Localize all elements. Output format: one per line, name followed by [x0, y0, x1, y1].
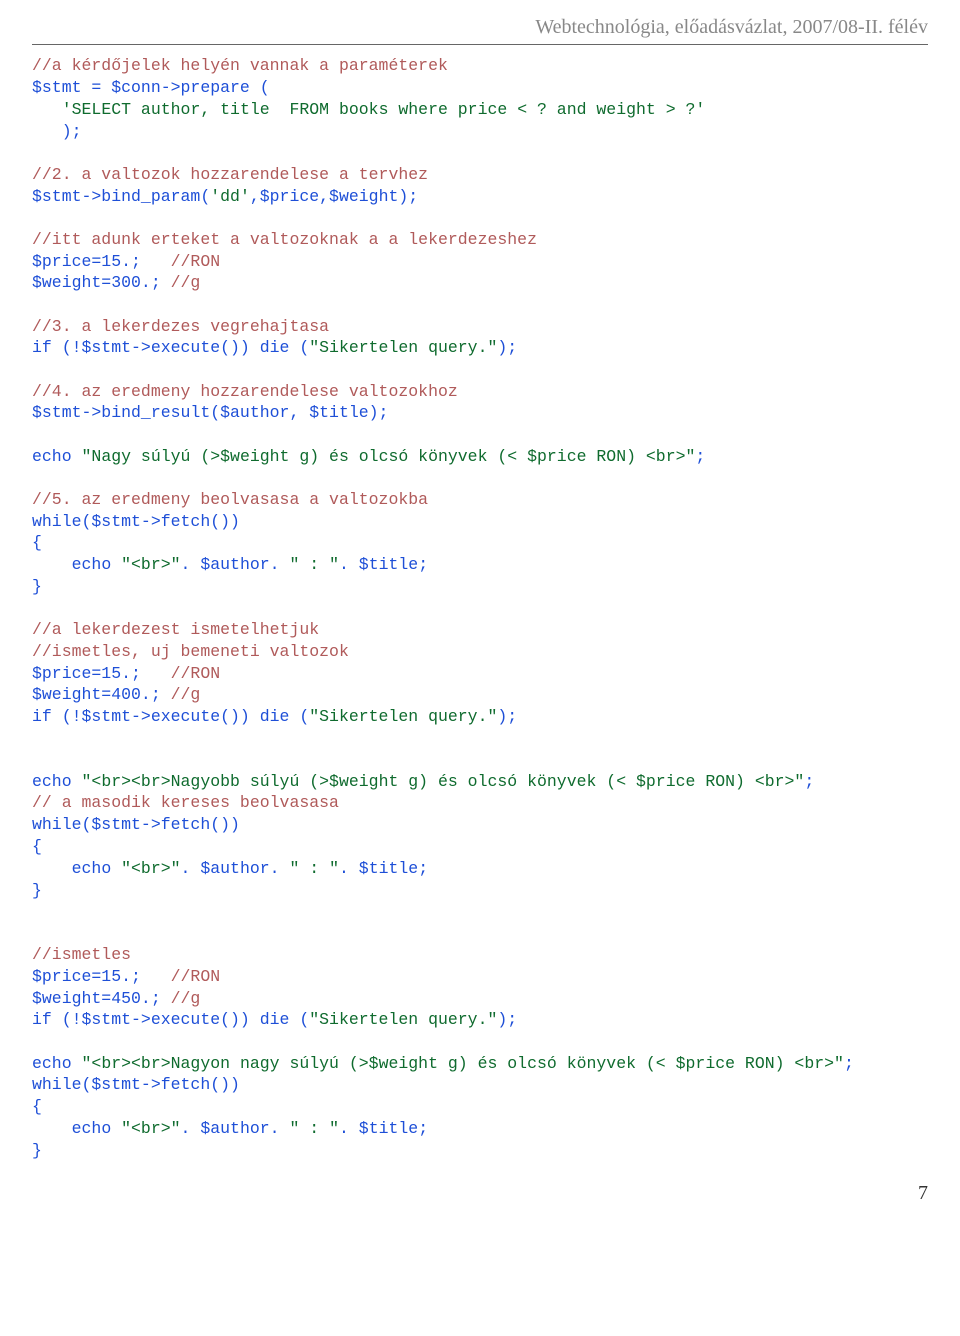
code-line: echo "<br>". $author. " : ". $title; [32, 1119, 428, 1138]
code-line: 'SELECT author, title FROM books where p… [32, 100, 705, 119]
page-header: Webtechnológia, előadásvázlat, 2007/08-I… [32, 14, 928, 40]
code-line: if (!$stmt->execute()) die ("Sikertelen … [32, 707, 517, 726]
code-line: while($stmt->fetch()) [32, 1075, 240, 1094]
code-line: echo "<br><br>Nagyobb súlyú (>$weight g)… [32, 772, 814, 791]
code-line: if (!$stmt->execute()) die ("Sikertelen … [32, 338, 517, 357]
code-line: } [32, 577, 42, 596]
code-line: $weight=300.; //g [32, 273, 200, 292]
code-line: $stmt = $conn->prepare ( [32, 78, 270, 97]
code-line: { [32, 1097, 42, 1116]
code-line: while($stmt->fetch()) [32, 512, 240, 531]
code-line: $weight=400.; //g [32, 685, 200, 704]
code-line: //3. a lekerdezes vegrehajtasa [32, 317, 329, 336]
code-line: //a lekerdezest ismetelhetjuk [32, 620, 319, 639]
code-block: //a kérdőjelek helyén vannak a paraméter… [32, 55, 928, 1161]
page-number: 7 [32, 1162, 928, 1206]
code-line: $weight=450.; //g [32, 989, 200, 1008]
code-line: //5. az eredmeny beolvasasa a valtozokba [32, 490, 428, 509]
code-line: $price=15.; //RON [32, 252, 220, 271]
code-line: if (!$stmt->execute()) die ("Sikertelen … [32, 1010, 517, 1029]
code-line: echo "Nagy súlyú (>$weight g) és olcsó k… [32, 447, 705, 466]
code-line: $stmt->bind_result($author, $title); [32, 403, 388, 422]
code-line: //ismetles [32, 945, 131, 964]
code-line: $price=15.; //RON [32, 664, 220, 683]
document-page: Webtechnológia, előadásvázlat, 2007/08-I… [0, 0, 960, 1226]
code-line: while($stmt->fetch()) [32, 815, 240, 834]
code-line: //ismetles, uj bemeneti valtozok [32, 642, 349, 661]
code-line: // a masodik kereses beolvasasa [32, 793, 339, 812]
code-line: echo "<br>". $author. " : ". $title; [32, 555, 428, 574]
code-line: //4. az eredmeny hozzarendelese valtozok… [32, 382, 458, 401]
code-line: //2. a valtozok hozzarendelese a tervhez [32, 165, 428, 184]
code-line: //itt adunk erteket a valtozoknak a a le… [32, 230, 537, 249]
code-line: } [32, 881, 42, 900]
header-rule [32, 44, 928, 45]
code-line: $price=15.; //RON [32, 967, 220, 986]
code-line: //a kérdőjelek helyén vannak a paraméter… [32, 56, 448, 75]
code-line: echo "<br>". $author. " : ". $title; [32, 859, 428, 878]
code-line: ); [32, 122, 82, 141]
code-line: } [32, 1141, 42, 1160]
code-line: { [32, 837, 42, 856]
code-line: $stmt->bind_param('dd',$price,$weight); [32, 187, 418, 206]
code-line: { [32, 533, 42, 552]
code-line: echo "<br><br>Nagyon nagy súlyú (>$weigh… [32, 1054, 854, 1073]
